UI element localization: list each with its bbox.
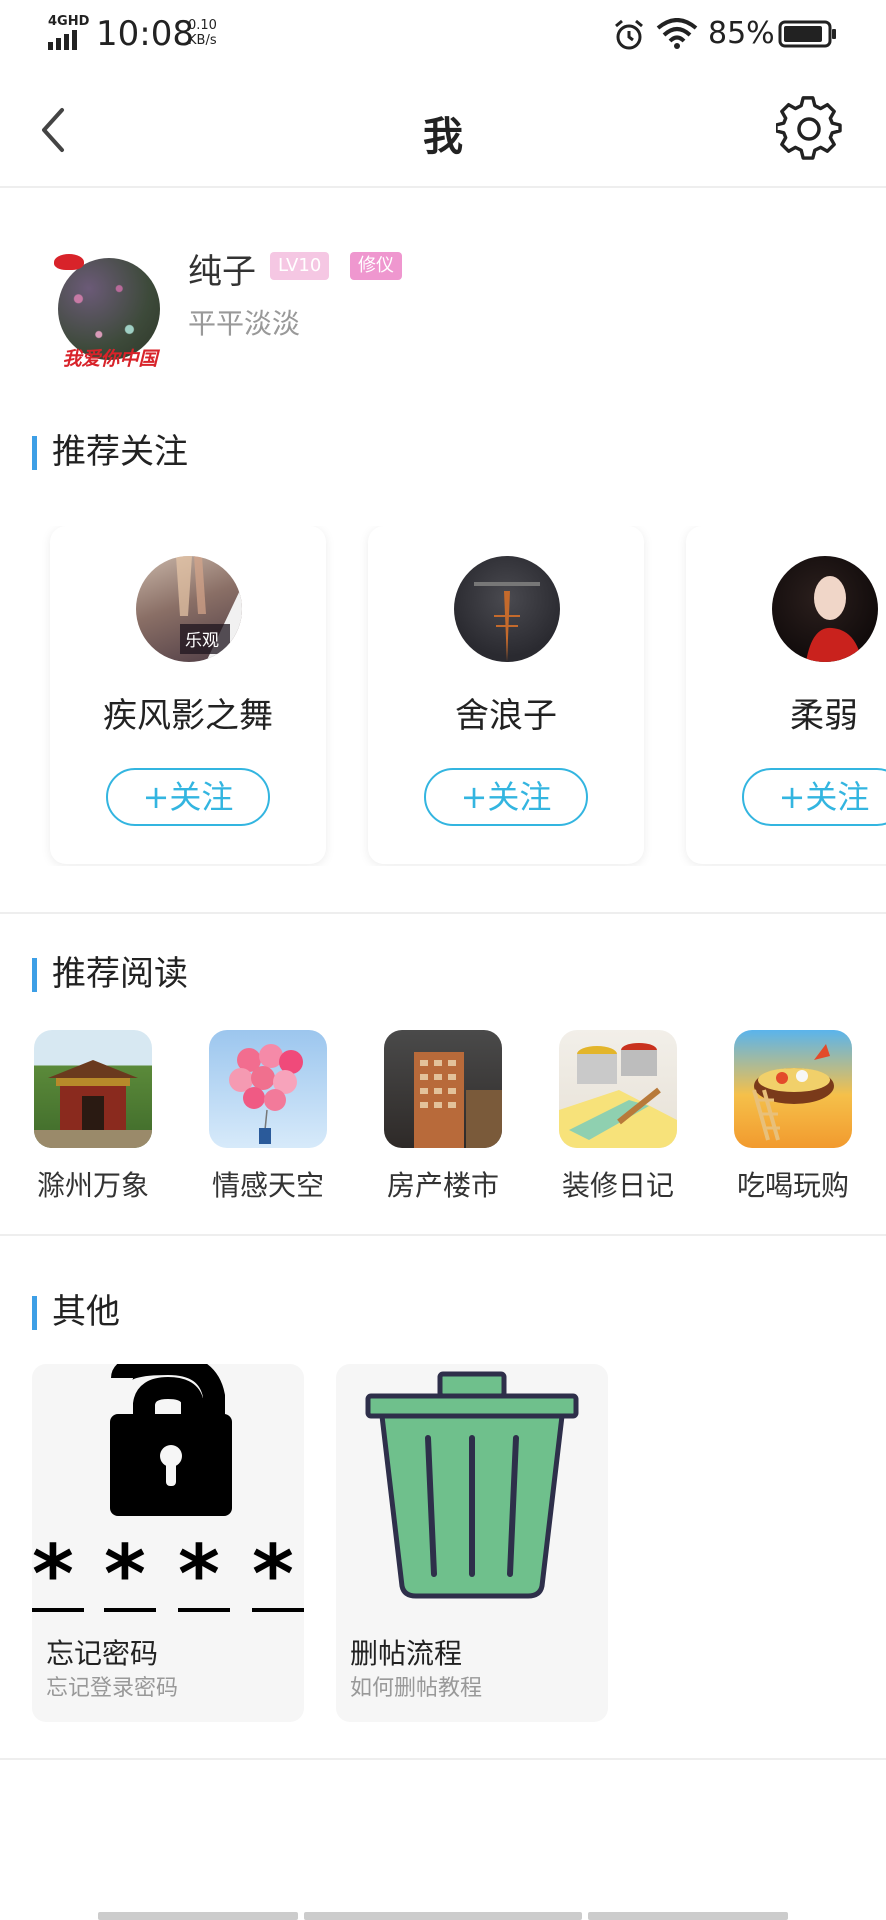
read-category-label: 装修日记 xyxy=(561,1169,674,1202)
trash-can-icon xyxy=(365,1371,579,1599)
follow-card[interactable]: 柔弱 +关注 xyxy=(686,526,886,864)
building-icon xyxy=(384,1030,502,1148)
food-bowl-icon xyxy=(734,1030,852,1148)
other-tools-list[interactable]: * * * * 忘记密码 忘记登录密码 删帖流程 如何删帖教程 xyxy=(0,1364,886,1724)
tile-title: 忘记密码 xyxy=(46,1637,159,1670)
section-title-other: 其他 xyxy=(32,1294,120,1330)
avatar-caption: 我爱你中国 xyxy=(62,348,158,370)
read-category-label: 房产楼市 xyxy=(386,1169,499,1202)
cellular-signal-icon: 4GHD xyxy=(48,14,90,50)
status-bar: 4GHD 10:08 0.10 KB/s 85% xyxy=(0,0,886,72)
level-badge: LV10 xyxy=(270,252,330,280)
user-signature: 平平淡淡 xyxy=(188,307,301,340)
avatar[interactable] xyxy=(454,556,560,662)
avatar-photo xyxy=(474,582,540,662)
avatar[interactable]: 乐观 xyxy=(136,556,242,662)
read-category-item[interactable]: 房产楼市 xyxy=(368,1030,518,1202)
follow-card-name: 舍浪子 xyxy=(455,696,557,736)
follow-button[interactable]: +关注 xyxy=(742,768,886,826)
avatar-caption: 乐观 xyxy=(185,631,219,651)
section-divider xyxy=(0,1758,886,1760)
wifi-icon xyxy=(656,18,698,49)
battery-percent: 85% xyxy=(708,16,775,51)
svg-text:*: * xyxy=(178,1528,220,1621)
role-badge: 修仪 xyxy=(350,252,402,280)
recommend-read-list[interactable]: 滁州万象 情感天空 房产楼市 装修日记 吃喝玩购 xyxy=(0,1030,886,1202)
network-speed: 0.10 KB/s xyxy=(188,18,217,48)
avatar-photo: 乐观 xyxy=(176,556,242,662)
alarm-icon xyxy=(615,19,643,50)
gear-icon[interactable] xyxy=(776,96,842,162)
recommend-follow-list[interactable]: 乐观 疾风影之舞 +关注 舍浪子 +关注 柔弱 +关注 xyxy=(0,526,886,866)
temple-gate-icon xyxy=(34,1030,152,1148)
read-category-label: 吃喝玩购 xyxy=(736,1169,849,1202)
svg-text:*: * xyxy=(32,1528,74,1621)
follow-card-name: 疾风影之舞 xyxy=(103,696,273,736)
status-time: 10:08 xyxy=(96,14,194,54)
network-speed-unit: KB/s xyxy=(188,33,217,48)
network-speed-value: 0.10 xyxy=(188,18,217,33)
profile-section[interactable]: 我爱你中国 纯子 LV10 修仪 平平淡淡 xyxy=(0,222,886,372)
read-category-label: 滁州万象 xyxy=(36,1169,149,1202)
username: 纯子 xyxy=(188,252,256,292)
page-title: 我 xyxy=(423,114,463,160)
paint-cans-icon xyxy=(559,1030,677,1148)
svg-text:*: * xyxy=(104,1528,146,1621)
avatar[interactable]: 我爱你中国 xyxy=(54,240,166,370)
read-category-label: 情感天空 xyxy=(211,1169,324,1202)
follow-card[interactable]: 舍浪子 +关注 xyxy=(368,526,644,864)
tile-title: 删帖流程 xyxy=(350,1637,463,1670)
delete-post-tile[interactable]: 删帖流程 如何删帖教程 xyxy=(336,1364,608,1722)
follow-card-name: 柔弱 xyxy=(790,696,858,736)
follow-button[interactable]: +关注 xyxy=(106,768,270,826)
lock-password-icon: * * * * xyxy=(32,1364,304,1621)
page-header: 我 xyxy=(0,72,886,188)
navigation-gesture-bar[interactable] xyxy=(98,1912,788,1920)
network-type: 4GHD xyxy=(48,14,90,29)
flag-icon xyxy=(54,254,84,270)
follow-button[interactable]: +关注 xyxy=(424,768,588,826)
forgot-password-tile[interactable]: * * * * 忘记密码 忘记登录密码 xyxy=(32,1364,304,1722)
balloons-icon xyxy=(209,1030,327,1148)
read-category-item[interactable]: 装修日记 xyxy=(543,1030,693,1202)
section-title-recommend-read: 推荐阅读 xyxy=(32,956,188,992)
battery-icon xyxy=(778,20,836,48)
section-title-recommend-follow: 推荐关注 xyxy=(32,434,188,470)
svg-text:*: * xyxy=(252,1528,294,1621)
tile-subtitle: 忘记登录密码 xyxy=(46,1676,179,1701)
avatar-photo xyxy=(806,576,862,662)
read-category-item[interactable]: 吃喝玩购 xyxy=(718,1030,868,1202)
tile-subtitle: 如何删帖教程 xyxy=(350,1676,483,1701)
follow-card[interactable]: 乐观 疾风影之舞 +关注 xyxy=(50,526,326,864)
read-category-item[interactable]: 情感天空 xyxy=(193,1030,343,1202)
read-category-item[interactable]: 滁州万象 xyxy=(18,1030,168,1202)
section-divider xyxy=(0,1234,886,1236)
section-divider xyxy=(0,912,886,914)
avatar[interactable] xyxy=(772,556,878,662)
